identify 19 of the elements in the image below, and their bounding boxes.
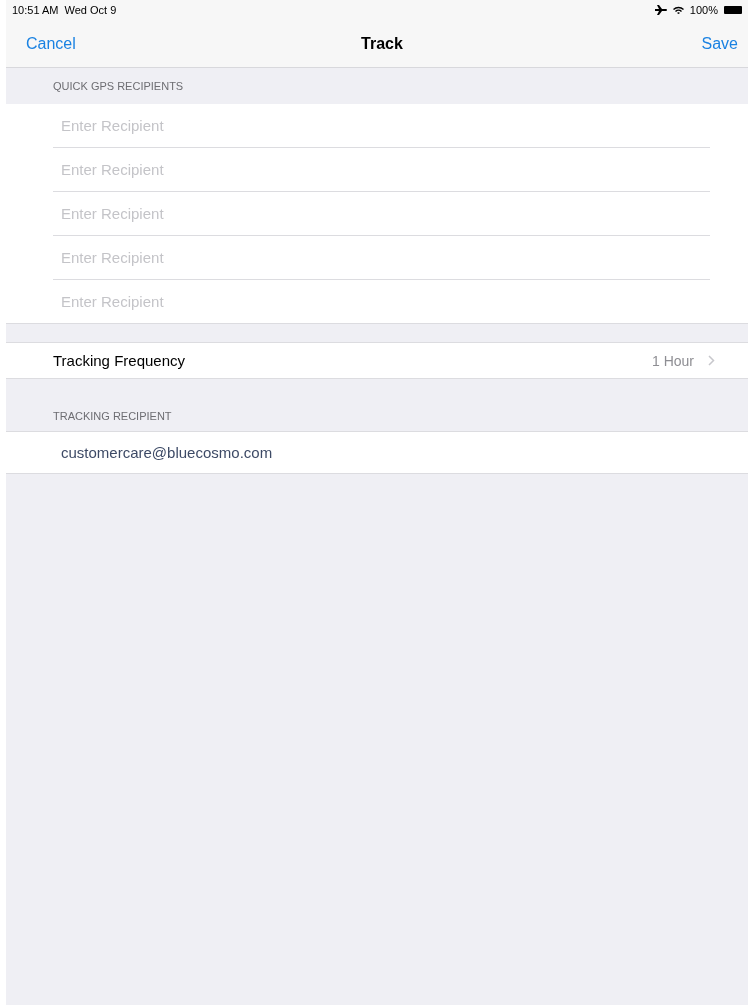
section-header: TRACKING RECIPIENT [52,409,173,424]
status-time: 10:51 AM [12,4,59,16]
battery-percent: 100% [689,4,718,16]
recipient-field[interactable]: Enter Recipient [53,205,710,222]
status-date: Wed Oct 9 [64,4,117,16]
battery-icon [724,6,742,14]
airplane-icon [654,5,667,15]
save-button[interactable]: Save [701,34,738,53]
recipient-field[interactable]: Enter Recipient [53,117,710,134]
recipient-field[interactable]: Enter Recipient [53,249,710,266]
recipient-field[interactable]: Enter Recipient [53,293,710,310]
tracking-frequency-row[interactable]: Tracking Frequency 1 Hour [6,342,748,379]
nav-title: Track [361,34,403,53]
recipient-field[interactable]: Enter Recipient [53,161,710,178]
section-header: QUICK GPS RECIPIENTS [52,79,185,94]
recipient-field[interactable]: customercare@bluecosmo.com [6,431,748,474]
chevron-icon [708,355,715,366]
cancel-button[interactable]: Cancel [26,34,76,53]
wifi-icon [672,6,684,14]
